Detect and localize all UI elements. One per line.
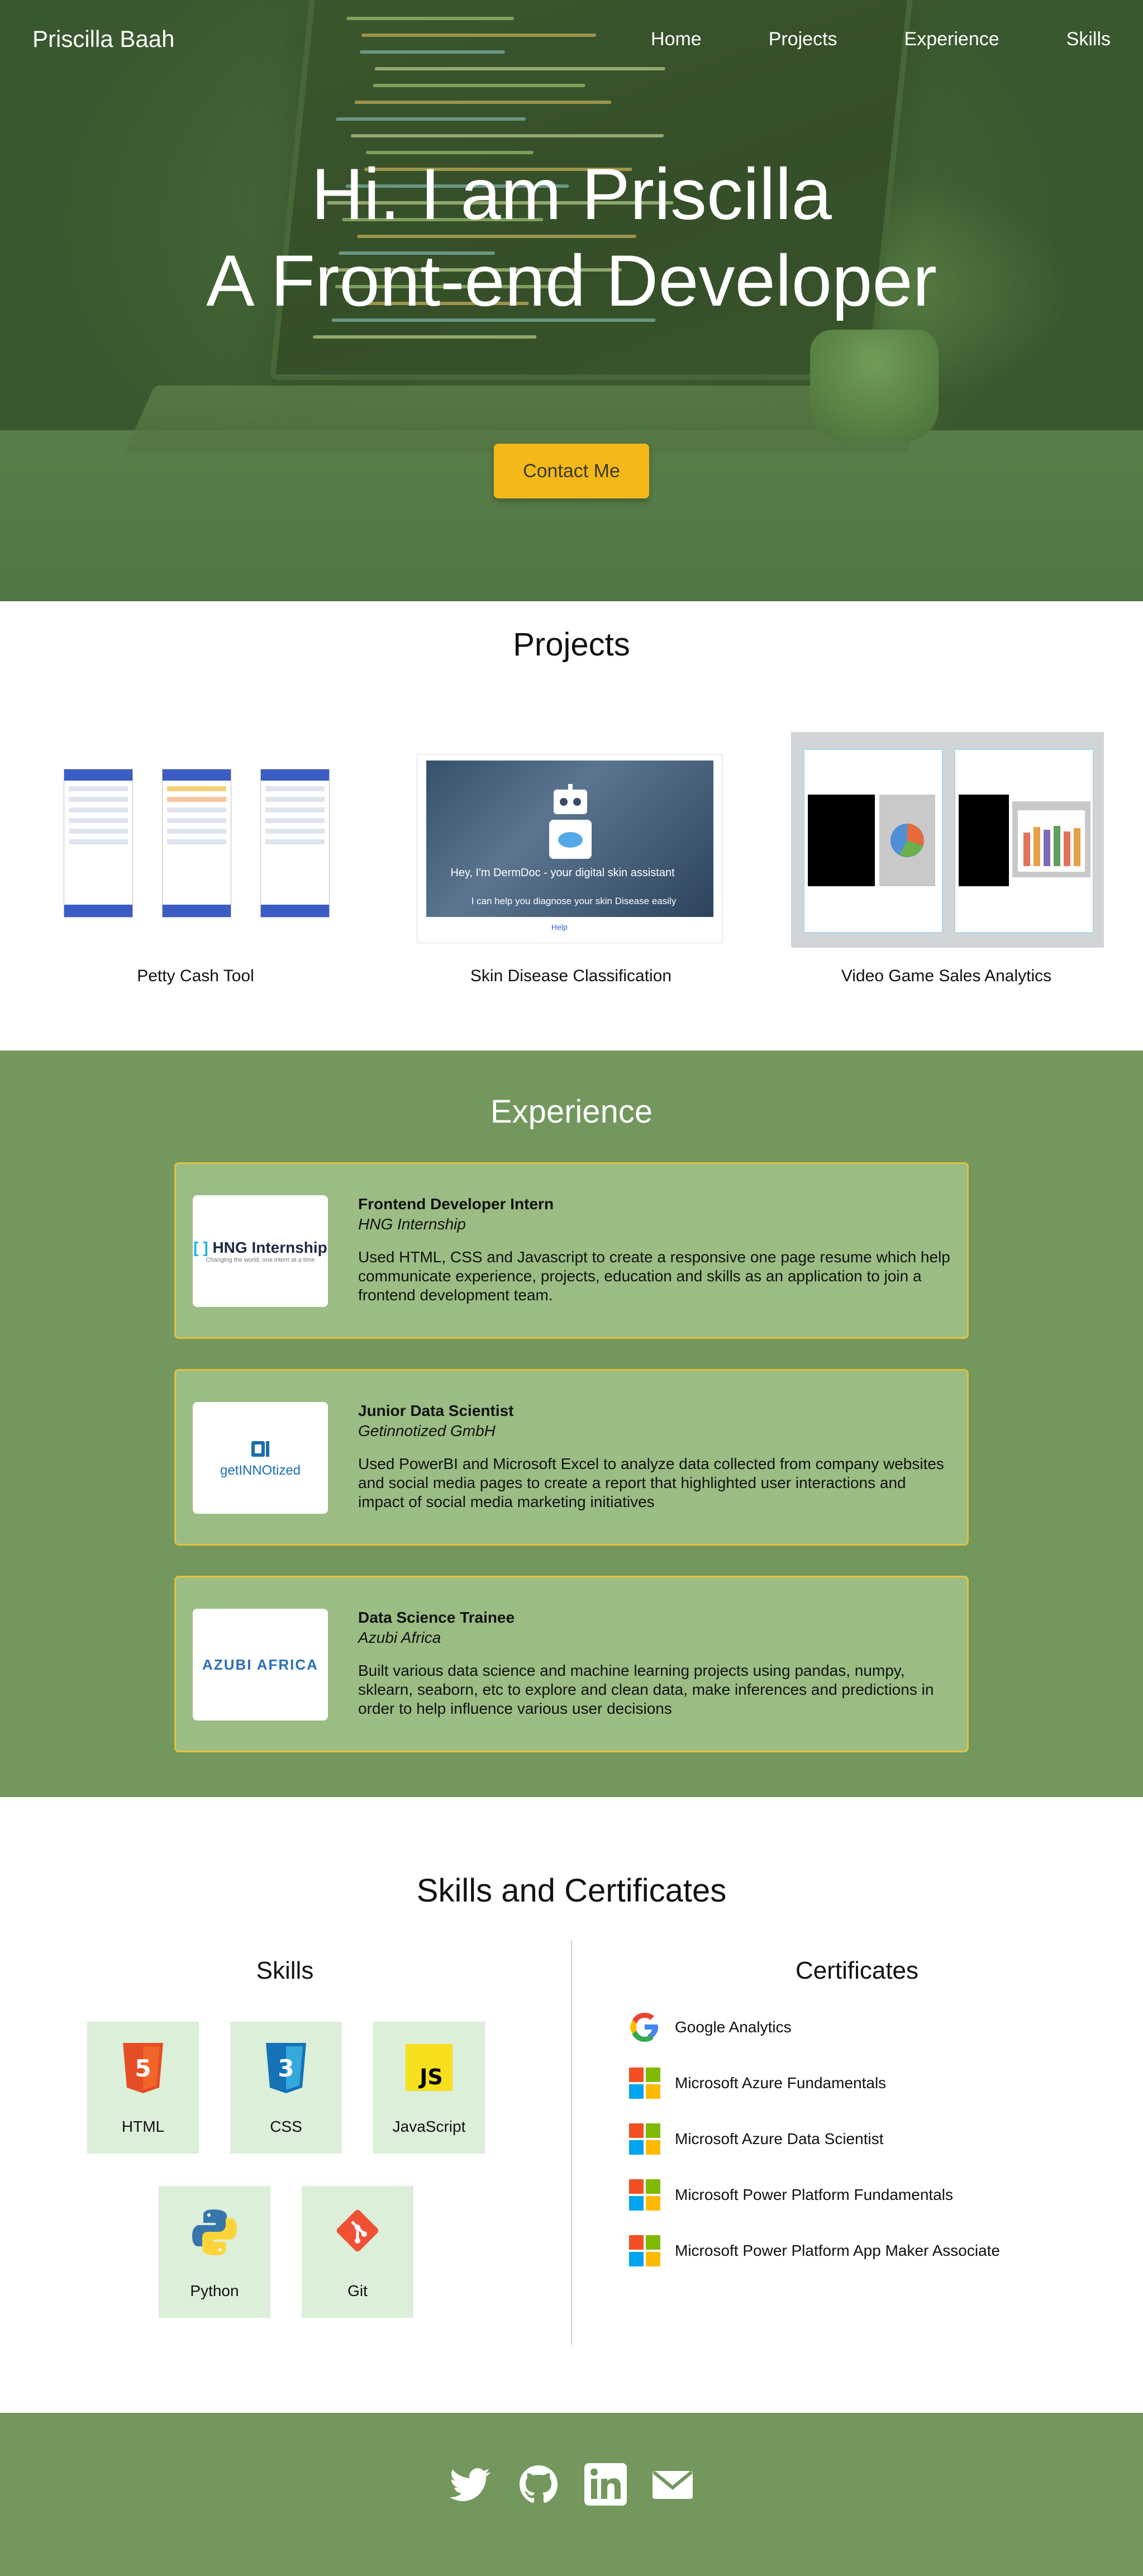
footer	[0, 2413, 1143, 2576]
certificates-subtitle: Certificates	[795, 1957, 919, 1984]
project-caption[interactable]: Video Game Sales Analytics	[790, 967, 1103, 986]
nav-links: Home Projects Experience Skills	[584, 28, 1111, 50]
svg-text:JS: JS	[418, 2065, 443, 2089]
experience-card-getinnotized: getINNOtized Junior Data Scientist Getin…	[174, 1369, 969, 1546]
project-image-video-game-analytics	[791, 732, 1104, 948]
projects-title: Projects	[513, 626, 630, 663]
getinnotized-logo-text: getINNOtized	[220, 1462, 301, 1478]
hero-heading-line1: Hi. I am Priscilla	[311, 153, 832, 235]
nav-link-skills[interactable]: Skills	[1066, 28, 1111, 50]
nav-link-projects[interactable]: Projects	[769, 28, 837, 50]
skills-subtitle: Skills	[256, 1957, 314, 1984]
certificate-label: Microsoft Power Platform Fundamentals	[675, 2186, 953, 2203]
experience-title: Experience	[490, 1094, 653, 1130]
experience-details: Frontend Developer Intern HNG Internship…	[358, 1195, 950, 1305]
certificate-label: Microsoft Azure Fundamentals	[675, 2074, 887, 2092]
microsoft-icon	[629, 2123, 660, 2155]
skills-certificates-title: Skills and Certificates	[416, 1872, 727, 1909]
experience-role: Data Science Trainee	[358, 1609, 515, 1626]
company-logo-azubi: AZUBI AFRICA	[193, 1609, 328, 1720]
brand-name[interactable]: Priscilla Baah	[32, 26, 174, 53]
getinnotized-mark-icon	[251, 1441, 269, 1457]
project-caption[interactable]: Petty Cash Tool	[39, 967, 352, 986]
experience-card-hng: [ ] HNG Internship Changing the world, o…	[174, 1162, 969, 1339]
twitter-icon[interactable]	[449, 2462, 494, 2507]
experience-details: Data Science Trainee Azubi Africa Built …	[358, 1609, 950, 1718]
svg-text:3: 3	[278, 2055, 294, 2082]
skill-tile-python: Python	[159, 2186, 270, 2318]
contact-me-button[interactable]: Contact Me	[494, 444, 649, 498]
experience-card-azubi: AZUBI AFRICA Data Science Trainee Azubi …	[174, 1576, 969, 1752]
skill-tile-html: 5 HTML	[87, 2022, 199, 2154]
javascript-icon: JS	[406, 2044, 453, 2091]
github-icon[interactable]	[516, 2462, 561, 2507]
microsoft-icon	[629, 2179, 660, 2211]
skills-section: Skills and Certificates Skills Certifica…	[0, 1797, 1143, 2413]
skill-label: Python	[190, 2282, 239, 2299]
hng-logo-subtext: Changing the world, one intern at a time	[206, 1257, 315, 1263]
skill-tile-css: 3 CSS	[230, 2022, 342, 2154]
python-icon	[192, 2209, 237, 2255]
certificate-label: Microsoft Power Platform App Maker Assoc…	[675, 2242, 1000, 2259]
projects-section: Projects Petty Cash Tool Hey, I'm DermDo…	[0, 601, 1143, 1051]
skill-label: Git	[347, 2282, 368, 2299]
skills-divider	[571, 1940, 572, 2345]
microsoft-icon	[629, 2068, 660, 2099]
project-image-dermdoc: Hey, I'm DermDoc - your digital skin ass…	[417, 754, 723, 943]
skill-tile-javascript: JS JavaScript	[373, 2022, 485, 2154]
hng-logo-text: HNG Internship	[212, 1239, 327, 1256]
skill-tile-git: Git	[302, 2186, 413, 2318]
microsoft-icon	[629, 2235, 660, 2266]
experience-description: Used HTML, CSS and Javascript to create …	[358, 1248, 950, 1304]
dermdoc-tagline: Hey, I'm DermDoc - your digital skin ass…	[450, 867, 675, 879]
skill-label: HTML	[121, 2118, 165, 2135]
experience-description: Built various data science and machine l…	[358, 1662, 934, 1717]
company-logo-hng: [ ] HNG Internship Changing the world, o…	[193, 1195, 328, 1307]
linkedin-icon[interactable]	[583, 2462, 628, 2507]
nav-link-experience[interactable]: Experience	[904, 28, 999, 50]
project-image-petty-cash	[64, 769, 330, 931]
email-icon[interactable]	[650, 2462, 695, 2507]
robot-icon	[549, 784, 592, 859]
certificate-item: Microsoft Azure Fundamentals	[628, 2065, 886, 2101]
experience-company: Getinnotized GmbH	[358, 1422, 496, 1439]
experience-role: Frontend Developer Intern	[358, 1195, 554, 1213]
project-caption[interactable]: Skin Disease Classification	[415, 967, 727, 986]
hero-heading-line2: A Front-end Developer	[206, 240, 937, 321]
nav-link-home[interactable]: Home	[651, 28, 702, 50]
experience-section: Experience [ ] HNG Internship Changing t…	[0, 1051, 1143, 1797]
git-icon	[336, 2209, 379, 2252]
html5-icon: 5	[123, 2043, 163, 2093]
certificate-item: Microsoft Power Platform Fundamentals	[628, 2177, 953, 2213]
experience-role: Junior Data Scientist	[358, 1402, 514, 1419]
dermdoc-subtitle: I can help you diagnose your skin Diseas…	[471, 896, 677, 906]
experience-details: Junior Data Scientist Getinnotized GmbH …	[358, 1402, 950, 1512]
certificate-label: Microsoft Azure Data Scientist	[675, 2130, 884, 2147]
company-logo-getinnotized: getINNOtized	[193, 1402, 328, 1514]
hero-heading: Hi. I am Priscilla A Front-end Developer	[0, 151, 1143, 324]
google-icon	[630, 2013, 658, 2042]
dermdoc-help: Help	[551, 923, 568, 931]
top-navbar: Priscilla Baah Home Projects Experience …	[0, 0, 1143, 78]
experience-description: Used PowerBI and Microsoft Excel to anal…	[358, 1455, 944, 1510]
certificate-item: Microsoft Power Platform App Maker Assoc…	[628, 2233, 1000, 2269]
experience-company: Azubi Africa	[358, 1629, 441, 1646]
certificate-label: Google Analytics	[675, 2018, 792, 2036]
css3-icon: 3	[266, 2043, 306, 2093]
hero-section: Priscilla Baah Home Projects Experience …	[0, 0, 1143, 601]
svg-text:5: 5	[135, 2055, 151, 2082]
certificate-item: Google Analytics	[628, 2009, 792, 2045]
skill-label: JavaScript	[392, 2118, 466, 2135]
experience-company: HNG Internship	[358, 1215, 466, 1233]
skill-label: CSS	[270, 2118, 302, 2135]
certificate-item: Microsoft Azure Data Scientist	[628, 2121, 883, 2157]
azubi-logo-text: AZUBI AFRICA	[202, 1656, 318, 1673]
